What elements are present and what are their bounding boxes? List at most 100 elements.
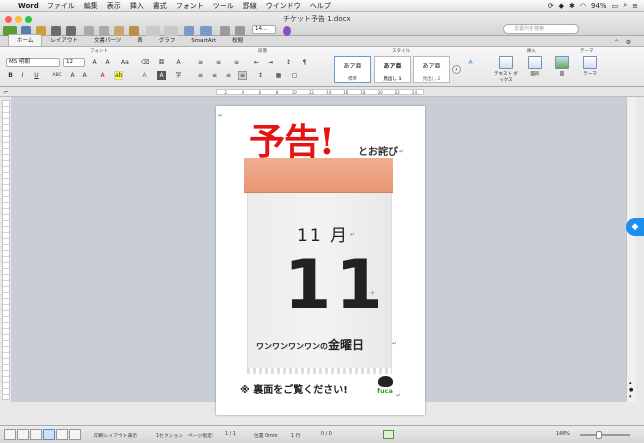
shrink-font-icon[interactable]: A xyxy=(103,58,112,67)
text-box-button[interactable]: テキスト ボックス xyxy=(492,56,520,83)
shading-icon[interactable]: ▦ xyxy=(274,71,283,80)
subline-owabi[interactable]: とお詫び xyxy=(358,143,398,158)
align-center-icon[interactable]: ≡ xyxy=(210,71,219,80)
table-icon[interactable] xyxy=(200,26,212,36)
zoom-window-button[interactable] xyxy=(25,16,32,23)
zoom-slider[interactable] xyxy=(580,434,630,436)
help-icon[interactable] xyxy=(283,26,291,36)
bluetooth-icon[interactable]: ✱ xyxy=(569,2,575,10)
borders-icon[interactable]: ▢ xyxy=(290,71,299,80)
browse-object-icon[interactable]: ● xyxy=(629,387,633,393)
highlight-icon[interactable]: ab xyxy=(114,71,123,80)
ruler-scale[interactable]: 2 4 6 8 10 12 14 16 18 20 22 24 xyxy=(216,89,424,95)
tab-layout[interactable]: レイアウト xyxy=(42,35,86,46)
styles-pane-icon[interactable]: A xyxy=(466,58,475,67)
superscript-button[interactable]: A xyxy=(68,71,77,80)
font-color-icon[interactable]: A xyxy=(98,71,107,80)
view-outline-button[interactable] xyxy=(17,429,29,440)
font-name-select[interactable]: MS 明朝 xyxy=(6,58,60,67)
themes-button[interactable]: テーマ xyxy=(576,56,604,83)
previous-page-icon[interactable]: ▴ xyxy=(629,380,632,386)
menu-tools[interactable]: ツール xyxy=(213,1,234,11)
menu-view[interactable]: 表示 xyxy=(107,1,121,11)
view-publishing-button[interactable] xyxy=(30,429,42,440)
calendar-month[interactable]: 11 月 xyxy=(297,221,349,246)
menu-format[interactable]: 書式 xyxy=(153,1,167,11)
menu-insert[interactable]: 挿入 xyxy=(130,1,144,11)
zoom-slider-thumb[interactable] xyxy=(596,431,602,439)
text-effects-icon[interactable]: A xyxy=(140,71,149,80)
enclose-char-icon[interactable]: 字 xyxy=(174,71,183,80)
view-draft-button[interactable] xyxy=(4,429,16,440)
tab-document-parts[interactable]: 文書パーツ xyxy=(86,35,129,46)
bold-button[interactable]: B xyxy=(6,71,15,80)
align-right-icon[interactable]: ≡ xyxy=(224,71,233,80)
sort-icon[interactable] xyxy=(184,26,194,36)
justify-icon[interactable]: ≡ xyxy=(238,71,247,80)
view-print-layout-button[interactable] xyxy=(43,429,55,440)
font-size-select[interactable]: 12 xyxy=(63,58,85,67)
calendar-day[interactable]: 11 xyxy=(284,246,387,325)
footer-note[interactable]: ※ 裏面をご覧ください! xyxy=(240,381,348,396)
tab-home[interactable]: ホーム xyxy=(8,34,43,46)
multilevel-icon[interactable]: ≡ xyxy=(232,58,241,67)
spotlight-icon[interactable]: ⌕ xyxy=(623,1,627,10)
menu-window[interactable]: ウインドウ xyxy=(266,1,301,11)
underline-button[interactable]: U xyxy=(32,71,41,80)
ruby-icon[interactable]: 亜 xyxy=(157,58,166,67)
styles-next-icon[interactable]: › xyxy=(452,65,461,74)
clear-format-icon[interactable]: ⌫ xyxy=(140,58,149,67)
next-page-icon[interactable]: ▾ xyxy=(629,394,632,400)
increase-indent-icon[interactable]: ⇥ xyxy=(266,58,275,67)
tab-charts[interactable]: グラフ xyxy=(151,35,184,46)
search-input[interactable]: 文書内を検索 xyxy=(503,24,579,34)
tab-tables[interactable]: 表 xyxy=(129,35,151,46)
view-notebook-button[interactable] xyxy=(56,429,68,440)
numbering-icon[interactable]: ≡ xyxy=(214,58,223,67)
line-spacing-icon[interactable]: ↕ xyxy=(256,71,265,80)
fuca-logo-image[interactable]: fuca xyxy=(374,376,396,400)
notification-center-icon[interactable]: ≡ xyxy=(632,2,638,10)
sort-paragraph-icon[interactable]: ↕ xyxy=(284,58,293,67)
char-border-icon[interactable]: A xyxy=(174,58,183,67)
dropbox-status-icon[interactable]: ◆ xyxy=(559,2,564,10)
menu-file[interactable]: ファイル xyxy=(47,1,75,11)
app-menu-word[interactable]: Word xyxy=(18,2,39,10)
calendar-tape-image[interactable] xyxy=(244,158,393,193)
ribbon-collapse-icon[interactable]: ⌃ xyxy=(612,38,621,47)
show-marks-icon[interactable]: ¶ xyxy=(300,58,309,67)
vertical-scrollbar[interactable]: ▾ ● ▴ xyxy=(626,97,636,402)
menu-help[interactable]: ヘルプ xyxy=(310,1,331,11)
grow-font-icon[interactable]: A xyxy=(90,58,99,67)
battery-icon[interactable]: ▭ xyxy=(612,2,619,10)
italic-button[interactable]: I xyxy=(18,71,27,80)
menu-table[interactable]: 罫線 xyxy=(243,1,257,11)
decrease-indent-icon[interactable]: ⇤ xyxy=(252,58,261,67)
char-shading-icon[interactable]: A xyxy=(157,71,166,80)
shapes-button[interactable]: 図形 xyxy=(521,56,549,83)
menu-font[interactable]: フォント xyxy=(176,1,204,11)
style-normal[interactable]: あア亜 標準 xyxy=(334,56,371,83)
tab-selector-icon[interactable]: ⌐ xyxy=(4,89,9,96)
vertical-ruler[interactable] xyxy=(2,100,10,400)
align-left-icon[interactable]: ≡ xyxy=(196,71,205,80)
spell-check-icon[interactable] xyxy=(383,430,394,439)
bullets-icon[interactable]: ≡ xyxy=(196,58,205,67)
zoom-field[interactable]: 14... xyxy=(252,25,276,34)
menu-edit[interactable]: 編集 xyxy=(84,1,98,11)
ribbon-settings-icon[interactable]: ⚙ xyxy=(624,38,633,47)
strikethrough-button[interactable]: ABC xyxy=(50,71,64,80)
subscript-button[interactable]: A xyxy=(80,71,89,80)
sync-icon[interactable]: ⟳ xyxy=(548,2,554,10)
minimize-window-button[interactable] xyxy=(15,16,22,23)
calendar-weekday[interactable]: ワンワンワンワンの金曜日 xyxy=(256,336,364,353)
wifi-icon[interactable]: ◠ xyxy=(580,2,586,10)
view-focus-button[interactable] xyxy=(69,429,81,440)
close-window-button[interactable] xyxy=(5,16,12,23)
picture-button[interactable]: 図 xyxy=(548,56,576,83)
style-heading-2[interactable]: あア亜 見出し 2 xyxy=(413,56,450,83)
change-case-icon[interactable]: Aa xyxy=(120,58,129,67)
tab-smartart[interactable]: SmartArt xyxy=(183,37,224,46)
tab-review[interactable]: 校閲 xyxy=(224,35,251,46)
dropbox-badge-icon[interactable]: ◆ xyxy=(626,218,644,236)
